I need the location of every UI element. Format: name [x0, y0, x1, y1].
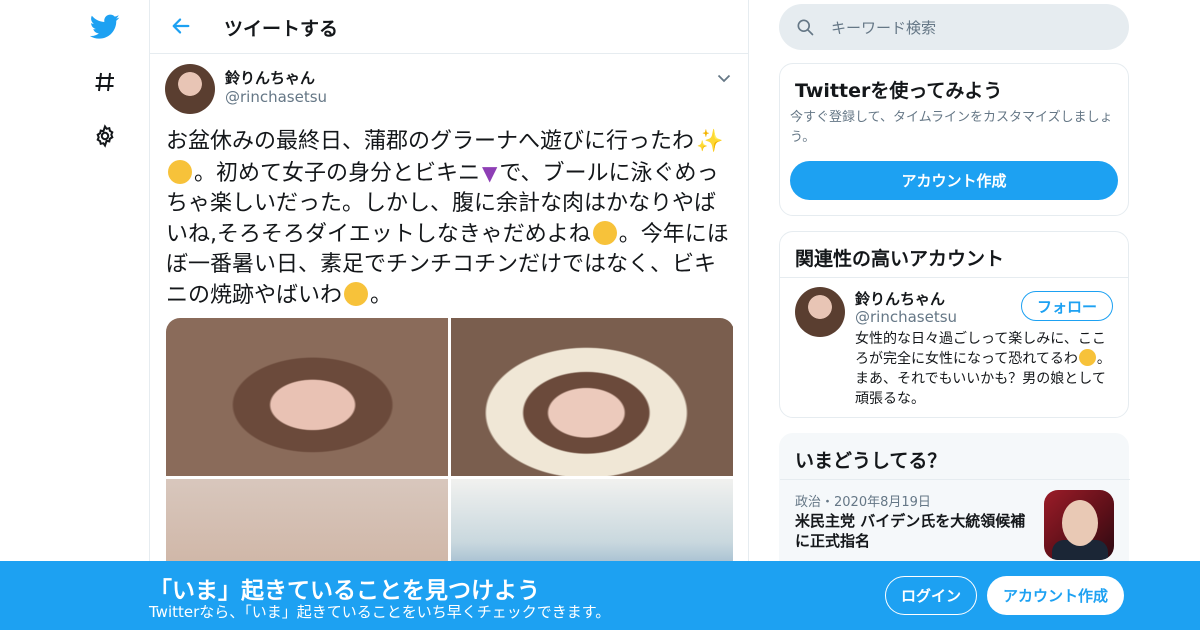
trends-card-title: いまどうしてる？ [795, 450, 947, 472]
banner-subtitle: Twitterなら、「いま」起きていることをいち早くチェックできます。 [149, 603, 611, 621]
bio-text-part: 女性的な日々過ごしって楽しみに、こころが完全に女性になって恐れてるわ [855, 331, 1106, 367]
page-title: ツイートする [224, 18, 339, 40]
author-handle[interactable]: @rinchasetsu [225, 88, 327, 106]
gear-icon[interactable] [84, 115, 126, 157]
search-input[interactable]: キーワード検索 [779, 4, 1129, 50]
signup-card-title: Twitterを使ってみよう [795, 80, 1003, 102]
tweet-text-part: 。 [370, 282, 393, 308]
right-sidebar: キーワード検索 Twitterを使ってみよう 今すぐ登録して、タイムラインをカス… [779, 0, 1130, 630]
banner-create-account-button[interactable]: アカウント作成 [987, 576, 1124, 615]
side-nav [0, 0, 150, 630]
tweet-text: お盆休みの最終日、蒲郡のグラーナへ遊びに行ったわ✨。初めて女子の身分とビキニ ▼で… [166, 127, 736, 311]
confounded-emoji-icon [592, 220, 617, 245]
trend-meta: 政治・2020年8月19日 [795, 495, 931, 510]
related-account-name[interactable]: 鈴りんちゃん [855, 288, 945, 309]
sweat-smile-emoji-icon [344, 281, 369, 306]
tweet-text-part: 。初めて女子の身分とビキニ [194, 160, 481, 186]
wink-emoji-icon [168, 159, 192, 184]
page: ツイートする 鈴りんちゃん @rinchasetsu お盆休みの最終日、蒲郡のグ… [0, 0, 1200, 630]
banner-title: 「いま」起きていることを見つけよう [149, 578, 540, 604]
twitter-logo-icon[interactable] [84, 6, 126, 48]
avatar[interactable] [795, 287, 845, 337]
sparkles-emoji-icon: ✨ [696, 129, 724, 154]
avatar[interactable] [165, 64, 215, 114]
back-arrow-icon[interactable] [166, 11, 196, 41]
related-account-bio: 女性的な日々過ごしって楽しみに、こころが完全に女性になって恐れてるわ 。まあ、それ… [855, 329, 1117, 409]
tweet-photo[interactable] [451, 318, 733, 476]
related-accounts-card: 関連性の高いアカウント 鈴りんちゃん @rinchasetsu フォロー 女性的… [779, 231, 1129, 418]
divider [780, 479, 1130, 480]
search-icon [795, 17, 815, 41]
tweet-author: 鈴りんちゃん @rinchasetsu [150, 54, 748, 120]
login-button[interactable]: ログイン [885, 576, 977, 615]
trend-thumbnail[interactable] [1044, 490, 1114, 560]
hashtag-icon[interactable] [84, 61, 126, 103]
signup-card-description: 今すぐ登録して、タイムラインをカスタマイズしましょう。 [790, 110, 1113, 145]
sweat-smile-emoji-icon [1078, 349, 1096, 366]
divider [780, 277, 1128, 278]
related-account-handle[interactable]: @rinchasetsu [855, 308, 957, 326]
related-card-title: 関連性の高いアカウント [795, 248, 1005, 270]
author-name[interactable]: 鈴りんちゃん [225, 67, 315, 88]
column-header: ツイートする [150, 0, 748, 54]
tweet-photo[interactable] [166, 318, 448, 476]
create-account-button[interactable]: アカウント作成 [790, 161, 1118, 200]
bikini-emoji-icon: ▼ [482, 160, 498, 185]
follow-button[interactable]: フォロー [1021, 291, 1113, 321]
trend-headline[interactable]: 米民主党 バイデン氏を大統領候補に正式指名 [795, 511, 1035, 551]
chevron-down-icon[interactable] [716, 70, 732, 90]
tweet-text-part: お盆休みの最終日、蒲郡のグラーナへ遊びに行ったわ [166, 129, 695, 154]
search-placeholder: キーワード検索 [831, 19, 937, 37]
signup-banner: 「いま」起きていることを見つけよう Twitterなら、「いま」起きていることを… [0, 561, 1200, 630]
signup-card: Twitterを使ってみよう 今すぐ登録して、タイムラインをカスタマイズしましょ… [779, 63, 1129, 216]
tweet-column: ツイートする 鈴りんちゃん @rinchasetsu お盆休みの最終日、蒲郡のグ… [149, 0, 749, 630]
